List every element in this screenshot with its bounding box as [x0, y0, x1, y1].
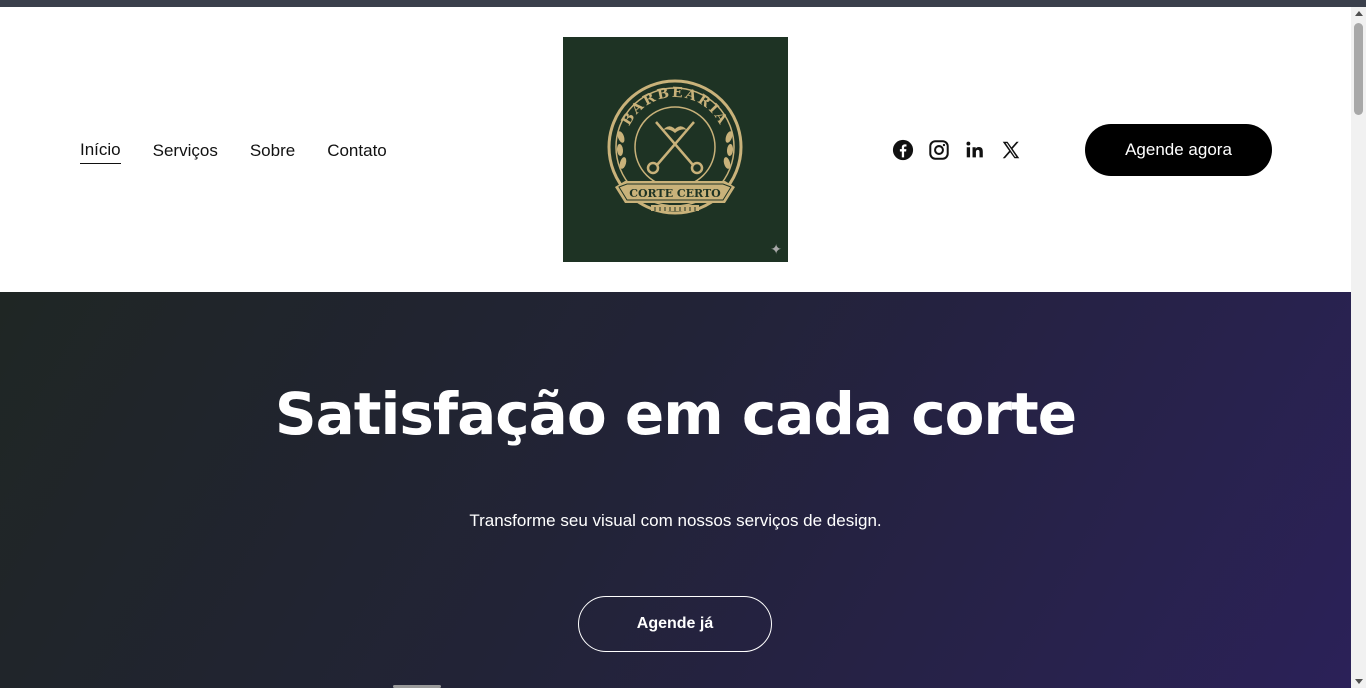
- nav-item-servicos[interactable]: Serviços: [153, 140, 218, 164]
- nav-item-contato[interactable]: Contato: [327, 140, 387, 164]
- site-header: Início Serviços Sobre Contato BARBEARIA: [0, 7, 1351, 292]
- logo-emblem: BARBEARIA CORTE CERTO: [607, 79, 743, 215]
- hero-section: Satisfação em cada corte Transforme seu …: [0, 292, 1351, 688]
- schedule-button[interactable]: Agende já: [578, 596, 772, 652]
- mustache-icon: [663, 126, 687, 133]
- sparkle-icon: ✦: [770, 241, 782, 257]
- hero-title: Satisfação em cada corte: [274, 380, 1077, 448]
- facebook-icon[interactable]: [892, 139, 914, 161]
- nav-item-sobre[interactable]: Sobre: [250, 140, 295, 164]
- main-nav: Início Serviços Sobre Contato: [80, 139, 387, 164]
- scrollbar-thumb[interactable]: [1354, 23, 1363, 115]
- browser-top-bar: [0, 0, 1366, 7]
- schedule-now-button[interactable]: Agende agora: [1085, 124, 1272, 176]
- barbershop-logo[interactable]: BARBEARIA CORTE CERTO ✦: [563, 37, 788, 262]
- x-icon[interactable]: [1000, 139, 1022, 161]
- scroll-up-arrow-icon[interactable]: [1355, 11, 1363, 16]
- social-links: [892, 139, 1022, 161]
- hero-subtitle: Transforme seu visual com nossos serviço…: [469, 511, 882, 530]
- scroll-down-arrow-icon[interactable]: [1355, 679, 1363, 684]
- linkedin-icon[interactable]: [964, 139, 986, 161]
- logo-banner-text: CORTE CERTO: [629, 187, 721, 200]
- instagram-icon[interactable]: [928, 139, 950, 161]
- nav-item-inicio[interactable]: Início: [80, 139, 121, 164]
- vertical-scrollbar[interactable]: [1351, 7, 1366, 688]
